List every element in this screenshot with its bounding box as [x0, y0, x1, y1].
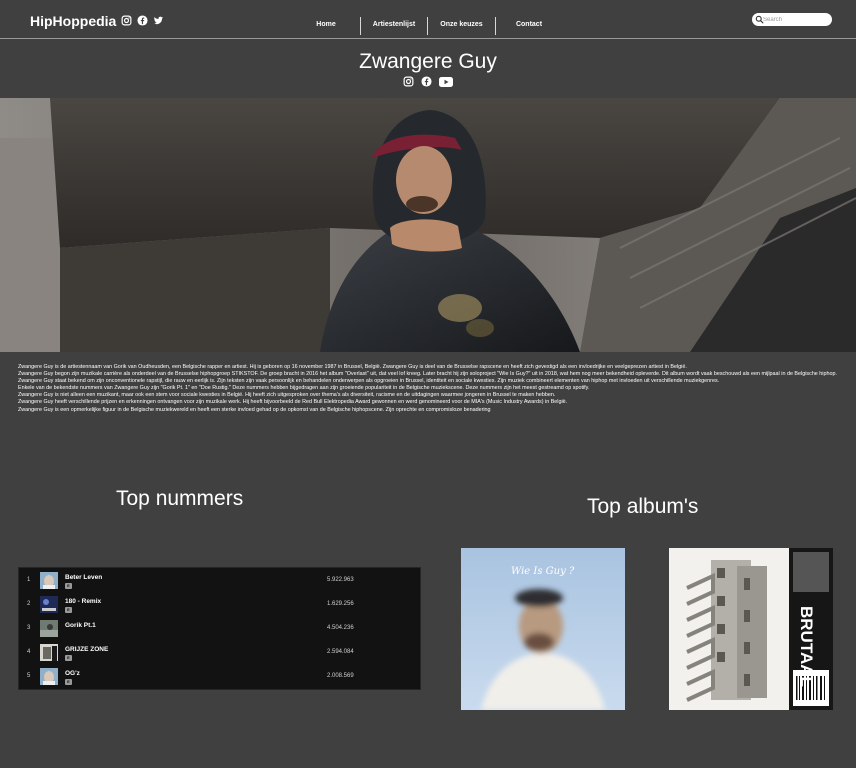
track-cover-thumbnail: [40, 620, 58, 637]
explicit-badge: E: [65, 679, 72, 685]
bio-paragraph: Zwangere Guy is de artiestennaam van Gor…: [18, 364, 687, 370]
twitter-icon[interactable]: [153, 15, 164, 26]
instagram-icon[interactable]: [403, 76, 414, 87]
track-play-count: 4.504.236: [327, 625, 354, 631]
top-tracks-list: 1 Beter Leven E 5.922.963 2 180 - Remix …: [18, 567, 421, 690]
track-row[interactable]: 2 180 - Remix E 1.629.256: [19, 594, 422, 618]
bio-paragraph: Zwangere Guy begon zijn muzikale carrièr…: [18, 371, 837, 378]
track-cover-thumbnail: [40, 668, 58, 685]
facebook-icon[interactable]: [421, 76, 432, 87]
top-navbar: HipHoppedia Home Artiestenlijst Onze keu…: [0, 0, 856, 39]
nav-link-home[interactable]: Home: [292, 17, 360, 35]
explicit-badge: E: [65, 607, 72, 613]
track-title[interactable]: 180 - Remix: [65, 598, 101, 605]
artist-biography: Zwangere Guy is de artiestennaam van Gor…: [18, 364, 838, 414]
track-title[interactable]: Gorik Pt.1: [65, 622, 96, 629]
facebook-icon[interactable]: [137, 15, 148, 26]
nav-link-contact[interactable]: Contact: [496, 17, 562, 35]
album-cover-wie-is-guy[interactable]: Wie Is Guy ?: [461, 548, 625, 710]
artist-name-heading: Zwangere Guy: [359, 50, 497, 73]
search-input[interactable]: [763, 14, 829, 25]
track-row[interactable]: 1 Beter Leven E 5.922.963: [19, 570, 422, 594]
instagram-icon[interactable]: [121, 15, 132, 26]
track-title[interactable]: Beter Leven: [65, 574, 102, 581]
bio-paragraph: Zwangere Guy is niet alleen een muzikant…: [18, 392, 556, 399]
track-cover-thumbnail: [40, 596, 58, 613]
top-tracks-title: Top nummers: [116, 487, 244, 510]
track-title[interactable]: GRIJZE ZONE: [65, 646, 108, 653]
artist-social-links: [0, 76, 856, 87]
bio-paragraph: Zwangere Guy is een opmerkelijke figuur …: [18, 406, 491, 413]
explicit-badge: E: [65, 655, 72, 661]
brand-logo[interactable]: HipHoppedia: [30, 13, 116, 29]
track-play-count: 2.594.084: [327, 649, 354, 655]
track-title[interactable]: OG'z: [65, 670, 80, 677]
track-number: 2: [27, 601, 31, 607]
track-number: 1: [27, 577, 31, 583]
album-cover-title: BRUTAAL: [797, 606, 816, 687]
track-row[interactable]: 5 OG'z E 2.008.569: [19, 666, 422, 690]
track-number: 4: [27, 649, 31, 655]
nav-link-onze-keuzes[interactable]: Onze keuzes: [428, 17, 495, 35]
track-number: 3: [27, 625, 31, 631]
bio-paragraph: Zwangere Guy heeft verschillende prijzen…: [18, 399, 568, 406]
bio-paragraph: Enkele van de bekendste nummers van Zwan…: [18, 385, 590, 392]
nav-social-links: [121, 15, 164, 26]
track-row[interactable]: 4 GRIJZE ZONE E 2.594.084: [19, 642, 422, 666]
track-row[interactable]: 3 Gorik Pt.1 4.504.236: [19, 618, 422, 642]
bio-paragraph: Zwangere Guy staat bekend om zijn onconv…: [18, 378, 720, 385]
album-cover-brutaal[interactable]: BRUTAAL: [669, 548, 833, 710]
search-box: [752, 13, 832, 26]
nav-link-artiestenlijst[interactable]: Artiestenlijst: [361, 17, 427, 35]
youtube-icon[interactable]: [439, 76, 453, 87]
track-play-count: 5.922.963: [327, 577, 354, 583]
top-albums-title: Top album's: [587, 495, 699, 518]
track-play-count: 2.008.569: [327, 673, 354, 679]
explicit-badge: E: [65, 583, 72, 589]
track-play-count: 1.629.256: [327, 601, 354, 607]
track-number: 5: [27, 673, 31, 679]
track-cover-thumbnail: [40, 572, 58, 589]
artist-hero-image: [0, 98, 856, 352]
nav-menu: Home Artiestenlijst Onze keuzes Contact: [292, 17, 562, 35]
track-cover-thumbnail: [40, 644, 58, 661]
album-cover-title: Wie Is Guy ?: [511, 566, 575, 577]
